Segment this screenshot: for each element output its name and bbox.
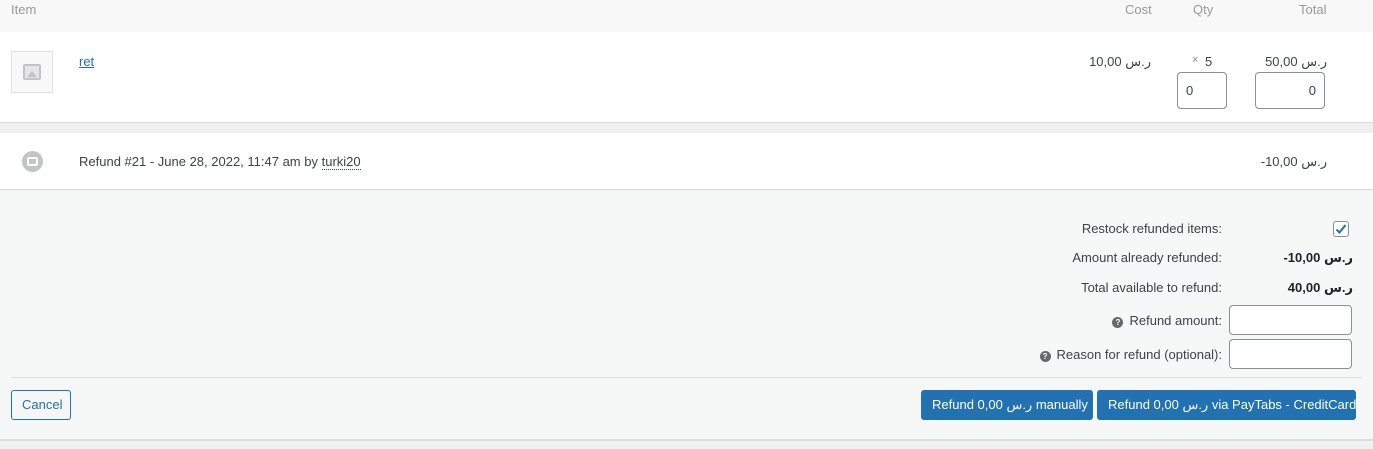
- refund-amount: -10,00 ر.س: [1260, 154, 1327, 169]
- restock-checkbox[interactable]: [1333, 221, 1349, 237]
- cancel-button[interactable]: Cancel: [11, 390, 71, 420]
- checkmark-icon: [1335, 224, 1347, 234]
- available-to-refund-value: 40,00 ر.س: [1287, 280, 1353, 295]
- refund-amount-label-wrap: ? Refund amount:: [1112, 313, 1222, 328]
- column-header-item: Item: [11, 2, 37, 17]
- line-item-row: ret 10,00 ر.س × 5 50,00 ر.س: [0, 32, 1373, 123]
- refund-user-link[interactable]: turki20: [321, 154, 361, 170]
- refund-amount-label: Refund amount:: [1129, 313, 1222, 328]
- item-quantity: 5: [1205, 54, 1213, 69]
- quantity-multiplier: ×: [1192, 54, 1199, 66]
- divider: [11, 377, 1362, 378]
- items-table-header: Item Cost Qty Total: [0, 0, 1373, 32]
- refund-reason-label-wrap: ? Reason for refund (optional):: [1039, 347, 1222, 362]
- refund-description-text: Refund #21 - June 28, 2022, 11:47 am by: [79, 154, 322, 169]
- refund-via-gateway-button[interactable]: Refund 0,00 ر.س via PayTabs - CreditCard: [1097, 390, 1356, 420]
- help-icon[interactable]: ?: [1112, 317, 1124, 328]
- refund-panel: Restock refunded items: Amount already r…: [0, 191, 1373, 441]
- refund-amount-input[interactable]: [1229, 305, 1352, 335]
- existing-refund-row: Refund #21 - June 28, 2022, 11:47 am by …: [0, 132, 1373, 190]
- column-header-total: Total: [1299, 2, 1327, 17]
- refund-description: Refund #21 - June 28, 2022, 11:47 am by …: [79, 154, 361, 170]
- refund-line-total-input[interactable]: [1255, 72, 1325, 109]
- refund-quantity-input[interactable]: [1177, 72, 1227, 109]
- restock-label: Restock refunded items:: [1081, 221, 1222, 236]
- refund-manually-button[interactable]: Refund 0,00 ر.س manually: [921, 390, 1093, 420]
- available-to-refund-label: Total available to refund:: [1081, 280, 1222, 295]
- product-name-link[interactable]: ret: [79, 54, 94, 69]
- product-thumbnail: [11, 51, 53, 93]
- item-total: 50,00 ر.س: [1265, 54, 1327, 69]
- column-header-qty: Qty: [1193, 2, 1214, 17]
- already-refunded-value: -10,00 ر.س: [1283, 250, 1353, 265]
- refund-reason-label: Reason for refund (optional):: [1056, 347, 1222, 362]
- already-refunded-label: Amount already refunded:: [1072, 250, 1222, 265]
- refund-reason-input[interactable]: [1229, 339, 1352, 369]
- item-cost: 10,00 ر.س: [1089, 54, 1151, 69]
- refund-icon: [22, 151, 43, 172]
- image-placeholder-icon: [23, 64, 41, 80]
- column-header-cost: Cost: [1125, 2, 1152, 17]
- help-icon[interactable]: ?: [1039, 351, 1051, 362]
